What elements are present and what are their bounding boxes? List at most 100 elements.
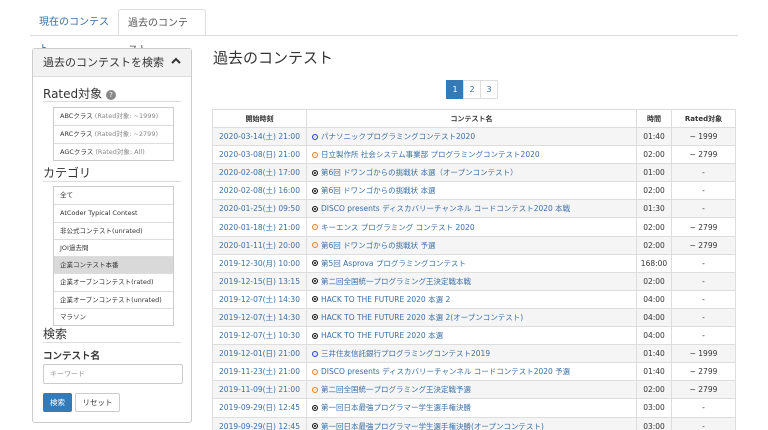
contest-name-link[interactable]: 第二回全国統一プログラミング王決定戦本戦	[321, 277, 471, 286]
duration-cell: 04:00	[636, 307, 672, 328]
start-time-link[interactable]: 2019-09-29(日) 12:45	[212, 416, 307, 430]
page-link[interactable]: 1	[446, 80, 464, 99]
rated-class-item[interactable]: ABCクラス (Rated対象: ~1999)	[54, 108, 173, 125]
start-time-link[interactable]: 2020-03-08(日) 21:00	[212, 145, 307, 165]
start-time-link[interactable]: 2020-03-14(土) 21:00	[212, 126, 307, 147]
rating-circle-icon	[312, 332, 318, 339]
start-time-link[interactable]: 2019-12-15(日) 13:15	[212, 271, 307, 291]
contest-name-label: コンテスト名	[43, 351, 101, 362]
duration-cell: 02:00	[636, 217, 672, 237]
chevron-up-icon[interactable]	[171, 49, 181, 77]
start-time-link[interactable]: 2020-01-25(土) 09:50	[212, 199, 307, 219]
category-item[interactable]: 企業オープンコンテスト(rated)	[54, 273, 173, 290]
duration-cell: 03:00	[636, 416, 672, 430]
contest-name-link[interactable]: HACK TO THE FUTURE 2020 本選 2	[321, 295, 450, 304]
page-link[interactable]: 2	[463, 80, 481, 99]
duration-cell: 02:00	[636, 271, 672, 291]
contest-name-link[interactable]: 第6回 ドワンゴからの挑戦状 予選	[321, 241, 436, 250]
contest-name-link[interactable]: 日立製作所 社会システム事業部 プログラミングコンテスト2020	[321, 150, 540, 159]
page-link[interactable]: 3	[480, 80, 498, 99]
category-item[interactable]: 企業オープンコンテスト(unrated)	[54, 290, 173, 308]
rated-range-cell: ~ 1999	[671, 344, 736, 364]
contest-name-link[interactable]: HACK TO THE FUTURE 2020 本選	[321, 331, 443, 340]
contest-name-link[interactable]: DISCO presents ディスカバリーチャンネル コードコンテスト2020…	[321, 367, 570, 376]
contest-name-link[interactable]: キーエンス プログラミング コンテスト 2020	[321, 223, 475, 232]
rated-class-item[interactable]: ARCクラス (Rated対象: ~2799)	[54, 125, 173, 142]
contest-name-link[interactable]: 第一回日本最強プログラマー学生選手権決勝	[321, 403, 471, 412]
category-item[interactable]: 非公式コンテスト(unrated)	[54, 221, 173, 239]
duration-cell: 168:00	[636, 253, 672, 273]
contest-name-link[interactable]: HACK TO THE FUTURE 2020 本選 2(オープンコンテスト)	[321, 313, 523, 322]
start-time-link[interactable]: 2019-12-07(土) 14:30	[212, 307, 307, 328]
start-time-link[interactable]: 2019-12-07(土) 14:30	[212, 289, 307, 309]
contest-name-cell: HACK TO THE FUTURE 2020 本選 2(オープンコンテスト)	[306, 307, 637, 328]
duration-cell: 01:40	[636, 126, 672, 147]
search-title: 検索	[43, 327, 68, 341]
contest-name-link[interactable]: 第5回 Asprova プログラミングコンテスト	[321, 259, 466, 268]
contest-name-cell: 第5回 Asprova プログラミングコンテスト	[306, 253, 637, 273]
rating-circle-icon	[312, 242, 318, 249]
rated-range-cell: -	[671, 398, 736, 418]
start-time-link[interactable]: 2019-11-23(土) 21:00	[212, 362, 307, 382]
duration-cell: 01:30	[636, 199, 672, 219]
contest-name-link[interactable]: 三井住友信託銀行プログラミングコンテスト2019	[321, 349, 490, 358]
tab-past-contests[interactable]: 過去のコンテスト	[118, 9, 206, 56]
contest-name-cell: 第一回日本最強プログラマー学生選手権決勝(オープンコンテスト)	[306, 416, 637, 430]
divider	[43, 181, 181, 182]
rated-class-item[interactable]: AGCクラス (Rated対象: All)	[54, 142, 173, 160]
rated-class-range: (Rated対象: ~2799)	[94, 130, 158, 139]
rating-circle-icon	[312, 423, 318, 430]
divider	[43, 101, 181, 102]
contest-name-link[interactable]: 第6回 ドワンゴからの挑戦状 本選	[321, 186, 436, 195]
rated-range-cell: -	[671, 307, 736, 328]
category-item[interactable]: 企業コンテスト本番	[54, 256, 173, 274]
category-item[interactable]: マラソン	[54, 308, 173, 325]
contest-name-link[interactable]: 第6回 ドワンゴからの挑戦状 本選（オープンコンテスト）	[321, 168, 518, 177]
start-time-link[interactable]: 2019-12-01(日) 21:00	[212, 344, 307, 364]
table-row: 2020-02-08(土) 17:00 第6回 ドワンゴからの挑戦状 本選（オープ…	[212, 163, 736, 183]
rated-range-cell: -	[671, 253, 736, 273]
category-list: 全て AtCoder Typical Contest 非公式コンテスト(unrate…	[53, 186, 174, 327]
rating-circle-icon	[312, 151, 318, 158]
rated-class-list: ABCクラス (Rated対象: ~1999) ARCクラス (Rated対象: …	[53, 107, 174, 161]
duration-cell: 02:00	[636, 145, 672, 165]
category-title: カテゴリ	[43, 166, 92, 180]
table-header-row: 開始時刻 コンテスト名 時間 Rated対象	[212, 109, 736, 128]
start-time-link[interactable]: 2019-12-07(土) 10:30	[212, 326, 307, 346]
start-time-link[interactable]: 2019-12-30(月) 10:00	[212, 253, 307, 273]
contest-name-link[interactable]: パナソニックプログラミングコンテスト2020	[321, 132, 475, 141]
keyword-input[interactable]: キーワード	[43, 364, 183, 384]
contest-name-cell: 第二回全国統一プログラミング王決定戦本戦	[306, 271, 637, 291]
contest-name-link[interactable]: 第二回全国統一プログラミング王決定戦予選	[321, 385, 471, 394]
column-header-name: コンテスト名	[306, 109, 637, 128]
question-icon[interactable]: ?	[105, 90, 116, 100]
start-time-link[interactable]: 2019-09-29(日) 12:45	[212, 398, 307, 418]
rated-range-cell: -	[671, 181, 736, 201]
duration-cell: 04:00	[636, 326, 672, 346]
table-row: 2019-12-07(土) 14:30 HACK TO THE FUTURE 20…	[212, 307, 736, 328]
category-item[interactable]: AtCoder Typical Contest	[54, 204, 173, 221]
search-button[interactable]: 検索	[43, 393, 72, 412]
start-time-link[interactable]: 2020-01-11(土) 20:00	[212, 235, 307, 255]
contest-name-cell: 三井住友信託銀行プログラミングコンテスト2019	[306, 344, 637, 364]
table-row: 2019-12-15(日) 13:15 第二回全国統一プログラミング王決定戦本戦 0…	[212, 271, 736, 291]
rated-class-range: (Rated対象: All)	[95, 147, 145, 156]
start-time-link[interactable]: 2019-11-09(土) 21:00	[212, 380, 307, 400]
start-time-link[interactable]: 2020-02-08(土) 17:00	[212, 163, 307, 183]
divider	[43, 342, 181, 343]
start-time-link[interactable]: 2020-01-18(土) 21:00	[212, 217, 307, 237]
start-time-link[interactable]: 2020-02-08(土) 16:00	[212, 181, 307, 201]
search-panel-header[interactable]: 過去のコンテストを検索	[33, 49, 191, 77]
column-header-rated: Rated対象	[671, 109, 736, 128]
tab-current-contests[interactable]: 現在のコンテスト	[30, 9, 118, 55]
rating-circle-icon	[312, 404, 318, 411]
category-item[interactable]: 全て	[54, 187, 173, 204]
duration-cell: 02:00	[636, 380, 672, 400]
table-row: 2019-12-30(月) 10:00 第5回 Asprova プログラミングコン…	[212, 253, 736, 273]
reset-button[interactable]: リセット	[75, 393, 120, 412]
contest-name-link[interactable]: DISCO presents ディスカバリーチャンネル コードコンテスト2020…	[321, 204, 570, 213]
category-item[interactable]: JOI過去問	[54, 238, 173, 256]
contest-name-link[interactable]: 第一回日本最強プログラマー学生選手権決勝(オープンコンテスト)	[321, 422, 544, 430]
contest-name-cell: 日立製作所 社会システム事業部 プログラミングコンテスト2020	[306, 145, 637, 165]
rating-circle-icon	[312, 187, 318, 194]
